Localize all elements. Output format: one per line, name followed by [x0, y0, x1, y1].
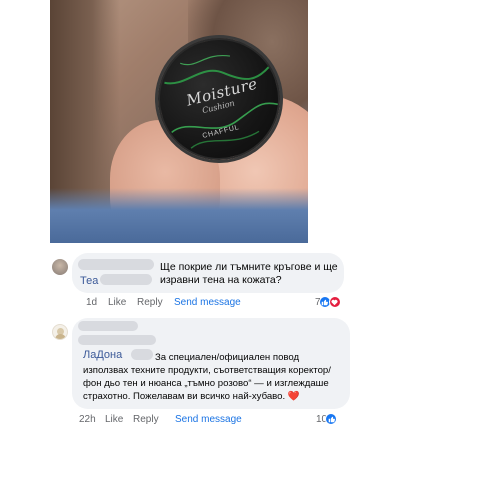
love-icon: [328, 296, 341, 308]
redacted-name: [78, 335, 156, 345]
like-icon: [325, 413, 338, 425]
send-message-button[interactable]: Send message: [175, 414, 242, 425]
reaction-summary[interactable]: 10: [316, 413, 338, 425]
avatar-body: [55, 334, 66, 339]
like-button[interactable]: Like: [105, 414, 123, 425]
reply-button[interactable]: Reply: [133, 414, 159, 425]
comment-avatar[interactable]: [52, 259, 68, 275]
redacted-name: [78, 321, 138, 331]
send-message-button[interactable]: Send message: [174, 297, 241, 308]
post-photo[interactable]: Moisture Cushion CHAFFUL: [50, 0, 308, 243]
reaction-summary[interactable]: 7: [315, 296, 341, 308]
comment-time[interactable]: 22h: [79, 414, 96, 425]
comment-author[interactable]: Теа: [80, 275, 98, 287]
like-button[interactable]: Like: [108, 297, 126, 308]
comment-time[interactable]: 1d: [86, 297, 97, 308]
comment-avatar[interactable]: [52, 324, 68, 340]
redacted-name: [100, 274, 152, 285]
heart-emoji: ❤️: [287, 391, 300, 402]
comment-text: За специален/официален повод използвах т…: [83, 351, 345, 403]
reply-button[interactable]: Reply: [137, 297, 163, 308]
redacted-name: [78, 259, 154, 270]
photo-shirt: [50, 188, 308, 243]
comment-text: Ще покрие ли тъмните кръгове и ще изравн…: [160, 261, 338, 286]
